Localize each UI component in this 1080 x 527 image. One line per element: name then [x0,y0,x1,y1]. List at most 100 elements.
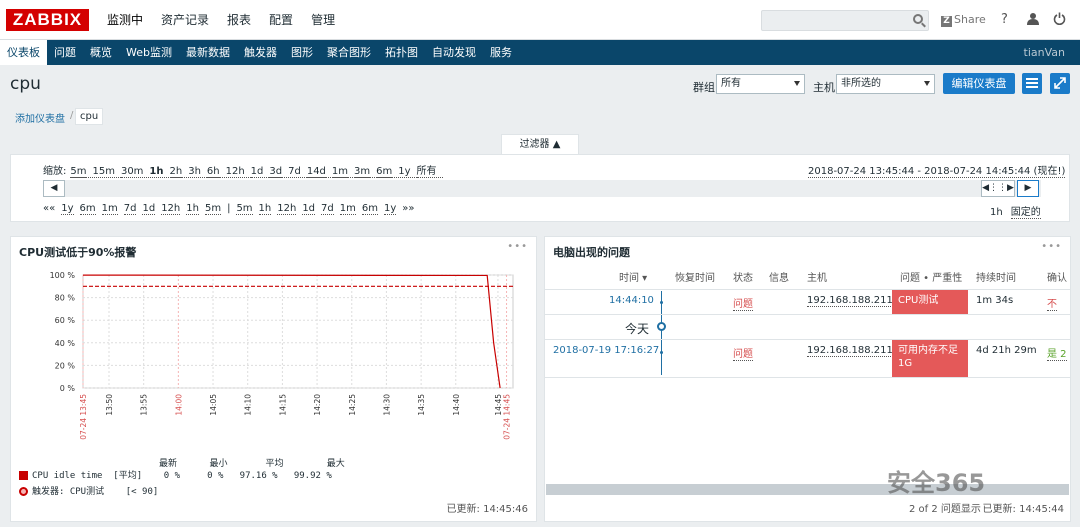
zoom-option-0[interactable]: 5m [70,166,87,178]
fixed-toggle[interactable]: 固定的 [1010,207,1041,219]
subnav-overview[interactable]: 概览 [83,40,119,65]
zoom-option-15[interactable]: 1y [398,166,411,178]
period-nav-8[interactable]: 5m [204,203,222,215]
period-nav-1[interactable]: 1y [61,203,74,215]
user-icon[interactable] [1027,12,1039,29]
zoom-option-7[interactable]: 12h [225,166,245,178]
group-select[interactable]: 所有 [716,74,805,94]
col-recovery-time[interactable]: 恢复时间 [675,269,715,284]
col-status[interactable]: 状态 [733,269,753,284]
filter-tab[interactable]: 过滤器 ▲ [501,134,579,155]
subnav-screens[interactable]: 聚合图形 [320,40,378,65]
share-link[interactable]: Z Share [941,13,986,27]
timeline-right-button[interactable]: ▶ [1017,180,1039,197]
edit-dashboard-button[interactable]: 编辑仪表盘 [943,73,1015,94]
menu-monitoring[interactable]: 监测中 [98,0,152,40]
menu-configuration[interactable]: 配置 [260,0,302,40]
col-time[interactable]: 时间 ▾ [619,269,647,284]
timeline-scrollbar[interactable]: ◀ ◀⋮⋮▶ ▶ [43,180,1041,197]
row1-status: 问题 [733,295,753,311]
row1-time[interactable]: 14:44:10 [609,295,654,306]
col-info[interactable]: 信息 [769,269,789,284]
zoom-option-9[interactable]: 3d [269,166,283,178]
breadcrumb-add-dashboard[interactable]: 添加仪表盘 [15,110,65,125]
period-nav-15[interactable]: 1m [339,203,356,215]
zoom-option-14[interactable]: 6m [376,166,393,178]
timeline-handle[interactable]: ◀⋮⋮▶ [981,180,1015,197]
host-select[interactable]: 非所选的 [836,74,935,94]
row1-duration: 1m 34s [976,295,1014,306]
row-divider [545,339,1070,340]
help-icon[interactable]: ? [1001,12,1008,27]
row1-ack[interactable]: 不 [1047,295,1057,311]
zoom-option-10[interactable]: 7d [288,166,301,178]
zoom-option-11[interactable]: 14d [306,166,326,178]
period-nav-10[interactable]: 5m [236,203,253,215]
zabbix-logo[interactable]: ZABBIX [6,9,89,31]
y-tick-label: 40 % [55,339,76,348]
subnav-problems[interactable]: 问题 [47,40,83,65]
subnav-maps[interactable]: 拓扑图 [378,40,425,65]
menu-administration[interactable]: 管理 [302,0,344,40]
subnav-triggers[interactable]: 触发器 [237,40,284,65]
row1-problem[interactable]: CPU测试 [892,290,968,314]
period-nav-7[interactable]: 1h [186,203,199,215]
subnav-services[interactable]: 服务 [483,40,519,65]
period-nav-3[interactable]: 1m [101,203,118,215]
fullscreen-button[interactable] [1050,73,1070,94]
zoom-option-1[interactable]: 15m [92,166,115,178]
row1-host[interactable]: 192.168.188.211 [807,295,893,307]
row2-time[interactable]: 2018-07-19 17:16:27 [553,345,659,356]
menu-reports[interactable]: 报表 [218,0,260,40]
row2-host[interactable]: 192.168.188.211 [807,345,893,357]
menu-button[interactable] [1022,73,1042,94]
period-nav-4[interactable]: 7d [123,203,137,215]
subnav-discovery[interactable]: 自动发现 [425,40,483,65]
col-duration[interactable]: 持续时间 [976,269,1016,284]
row2-problem[interactable]: 可用内存不足1G [892,340,968,377]
trigger-icon [19,487,28,496]
zoom-option-5[interactable]: 3h [188,166,201,178]
period-fixed: 1h 固定的 [990,203,1041,219]
subnav-graphs[interactable]: 图形 [284,40,320,65]
period-nav-0[interactable]: «« [43,203,55,214]
row2-ack[interactable]: 是 2 [1047,345,1067,361]
widget-menu-icon[interactable]: ••• [507,241,528,252]
period-nav-13[interactable]: 1d [302,203,316,215]
today-marker-icon [657,322,666,331]
period-nav-2[interactable]: 6m [79,203,96,215]
widget-menu-icon[interactable]: ••• [1041,241,1062,252]
zoom-option-6[interactable]: 6h [206,166,220,178]
x-tick-label: 14:00 [174,394,183,416]
period-nav-14[interactable]: 7d [321,203,334,215]
col-host[interactable]: 主机 [807,269,827,284]
period-nav-16[interactable]: 6m [361,203,378,215]
zoom-option-2[interactable]: 30m [120,166,144,178]
period-nav-12[interactable]: 12h [277,203,297,215]
subnav-latest-data[interactable]: 最新数据 [179,40,237,65]
search-input[interactable] [761,10,929,31]
header-divider [545,289,1070,290]
zoom-option-3[interactable]: 1h [149,166,163,177]
zoom-option-12[interactable]: 1m [331,166,349,178]
period-nav-6[interactable]: 12h [161,203,181,215]
zoom-option-8[interactable]: 1d [250,166,264,178]
period-nav-11[interactable]: 1h [258,203,272,215]
search-icon[interactable] [913,14,923,24]
chevron-down-icon [924,81,930,86]
col-ack[interactable]: 确认 [1047,269,1067,284]
subnav-dashboard[interactable]: 仪表板 [0,40,47,65]
period-nav-18[interactable]: »» [402,203,414,214]
subnav-web[interactable]: Web监测 [119,40,179,65]
zoom-option-4[interactable]: 2h [169,166,183,178]
zoom-label: 缩放: [43,166,67,177]
period-nav-17[interactable]: 1y [383,203,397,215]
zoom-option-16[interactable]: 所有 [416,166,437,178]
col-problem-severity[interactable]: 问题 • 严重性 [900,269,962,284]
horizontal-scrollbar[interactable] [546,484,1069,495]
menu-inventory[interactable]: 资产记录 [152,0,218,40]
timeline-left-button[interactable]: ◀ [43,180,65,197]
power-icon[interactable] [1053,12,1066,29]
zoom-option-13[interactable]: 3m [354,166,371,178]
period-nav-5[interactable]: 1d [142,203,156,215]
